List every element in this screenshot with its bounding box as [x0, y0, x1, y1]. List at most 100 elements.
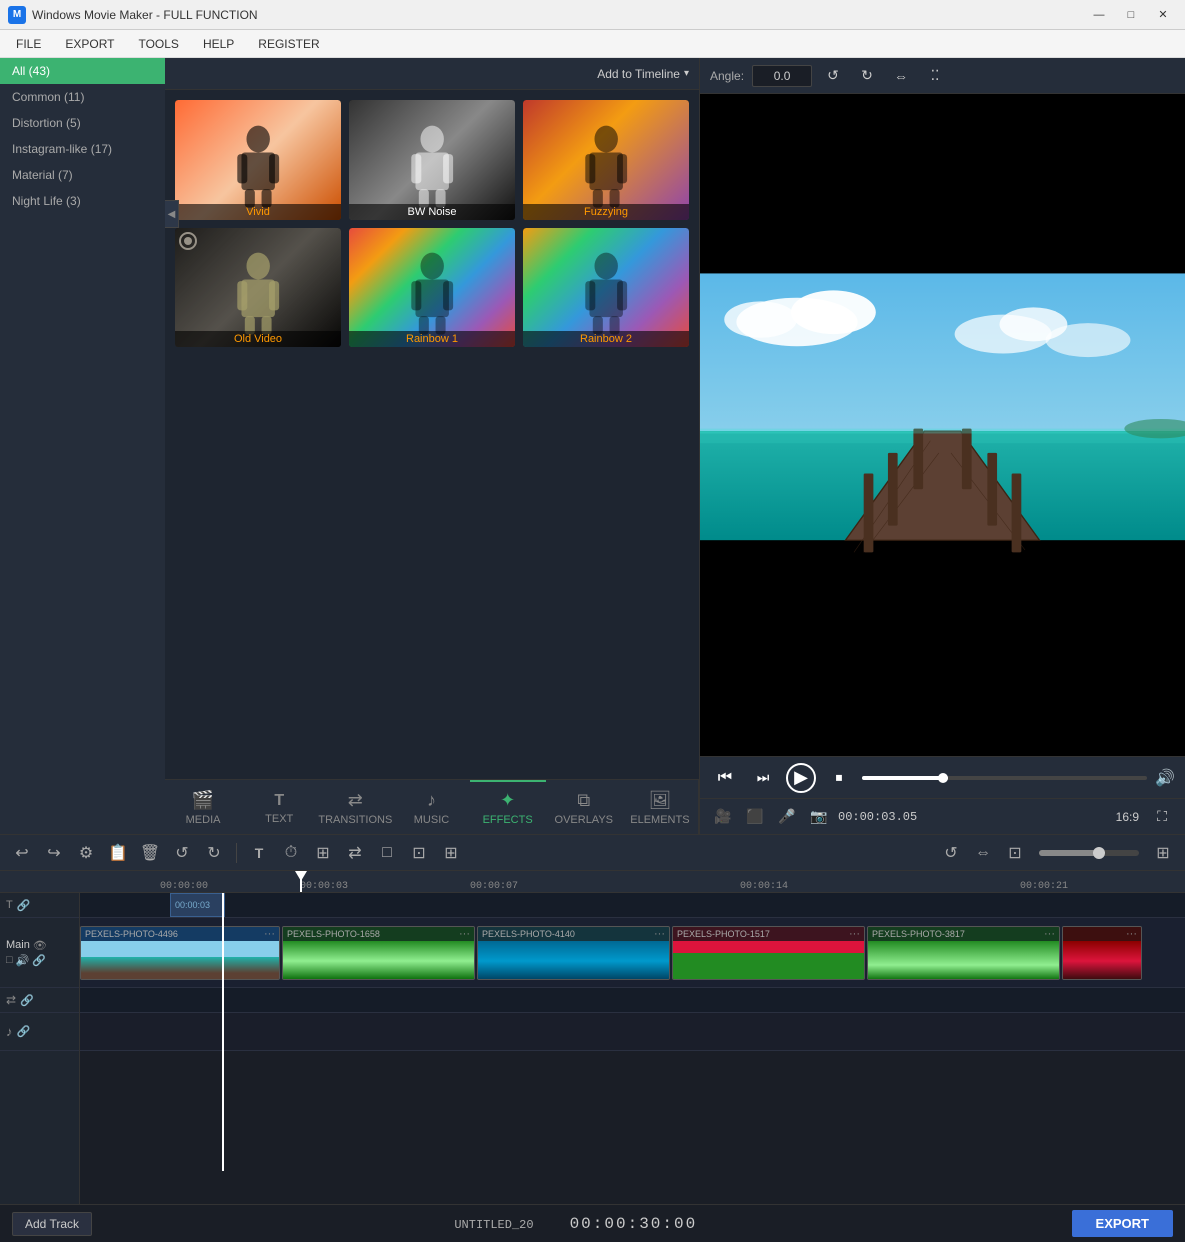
add-track-button[interactable]: Add Track — [12, 1212, 92, 1236]
menu-bar: FILE EXPORT TOOLS HELP REGISTER — [0, 30, 1185, 58]
menu-file[interactable]: FILE — [4, 33, 53, 55]
menu-register[interactable]: REGISTER — [246, 33, 331, 55]
effects-grid: Vivid BW Noise — [165, 90, 699, 779]
link-button[interactable]: ⇔ — [969, 839, 997, 867]
menu-export[interactable]: EXPORT — [53, 33, 126, 55]
tab-music[interactable]: ♪ MUSIC — [393, 780, 469, 834]
zoom-slider[interactable] — [1039, 850, 1139, 856]
rotate-cw-button[interactable]: ↻ — [854, 63, 880, 89]
subtitle-track-label: T 🔗 — [0, 893, 79, 918]
clip-4[interactable]: PEXELS-PHOTO-1517 ··· — [672, 926, 865, 980]
volume-icon[interactable]: 🔊 — [1155, 768, 1175, 788]
effect-oldvideo[interactable]: Old Video — [175, 228, 341, 348]
left-panel: All (43) Common (11) Distortion (5) Inst… — [0, 58, 165, 834]
effect-bwnoise[interactable]: BW Noise — [349, 100, 515, 220]
link-icon[interactable]: 🔗 — [32, 954, 46, 967]
mic-button[interactable]: 🎤 — [774, 804, 800, 830]
menu-tools[interactable]: TOOLS — [126, 33, 190, 55]
angle-input[interactable] — [752, 65, 812, 87]
close-button[interactable]: ✕ — [1149, 5, 1177, 25]
maximize-button[interactable]: □ — [1117, 5, 1145, 25]
tab-effects-label: EFFECTS — [483, 814, 533, 826]
loop-button[interactable]: ↺ — [937, 839, 965, 867]
panel-collapse-handle[interactable]: ◀ — [165, 200, 179, 228]
music-note-icon: ♪ — [6, 1024, 13, 1039]
progress-bar[interactable] — [862, 776, 1147, 780]
tab-overlays[interactable]: ⧉ OVERLAYS — [546, 780, 622, 834]
transition-track-label: ⇄ 🔗 — [0, 988, 79, 1013]
clip-2[interactable]: PEXELS-PHOTO-1658 ··· — [282, 926, 475, 980]
camera-move-button[interactable]: 🎥 — [710, 804, 736, 830]
tab-transitions[interactable]: ⇄ TRANSITIONS — [317, 780, 393, 834]
progress-fill — [862, 776, 948, 780]
category-distortion[interactable]: Distortion (5) — [0, 110, 165, 136]
effect-oldvideo-label: Old Video — [175, 331, 341, 347]
zoom-button[interactable]: ⊡ — [1001, 839, 1029, 867]
app-title-text: Windows Movie Maker - FULL FUNCTION — [32, 8, 258, 22]
rotate-ccw-button[interactable]: ↺ — [820, 63, 846, 89]
copy-button[interactable]: 📋 — [104, 839, 132, 867]
subtitle-clip[interactable]: 00:00:03 — [170, 893, 225, 917]
category-all[interactable]: All (43) — [0, 58, 165, 84]
timeline-body: T 🔗 Main 👁 □ 🔊 🔗 ⇄ 🔗 — [0, 893, 1185, 1204]
category-instagram[interactable]: Instagram-like (17) — [0, 136, 165, 162]
crop-button[interactable]: □ — [373, 839, 401, 867]
step-back-button[interactable]: ⏭ — [748, 763, 778, 793]
tab-effects[interactable]: ✦ EFFECTS — [470, 780, 546, 834]
delete-button[interactable]: 🗑 — [136, 839, 164, 867]
tab-text[interactable]: T TEXT — [241, 780, 317, 834]
clip-1[interactable]: PEXELS-PHOTO-4496 ··· — [80, 926, 280, 980]
media-icon: 🎬 — [192, 790, 214, 811]
category-material[interactable]: Material (7) — [0, 162, 165, 188]
grid-button[interactable]: ⊞ — [437, 839, 465, 867]
category-nightlife[interactable]: Night Life (3) — [0, 188, 165, 214]
clip-6[interactable]: ··· — [1062, 926, 1142, 980]
effect-rainbow1[interactable]: Rainbow 1 — [349, 228, 515, 348]
prev-frame-button[interactable]: ↺ — [168, 839, 196, 867]
tab-media[interactable]: 🎬 MEDIA — [165, 780, 241, 834]
timer-button[interactable]: ⏱ — [277, 839, 305, 867]
timeline-ruler: 00:00:00 00:00:03 00:00:07 00:00:14 00:0… — [0, 871, 1185, 893]
go-to-start-button[interactable]: ⏮ — [710, 763, 740, 793]
clip-5[interactable]: PEXELS-PHOTO-3817 ··· — [867, 926, 1060, 980]
video-icon[interactable]: □ — [6, 954, 13, 966]
next-frame-button[interactable]: ↻ — [200, 839, 228, 867]
add-to-timeline-button[interactable]: Add to Timeline ▾ — [597, 67, 689, 81]
timeline-toolbar: ↩ ↪ ⚙ 📋 🗑 ↺ ↻ T ⏱ ⊞ ⇄ □ ⊡ ⊞ ↺ ⇔ ⊡ ⊞ — [0, 835, 1185, 871]
crop2-button[interactable]: ⊡ — [405, 839, 433, 867]
time-display: 00:00:03.05 — [838, 810, 917, 824]
ruler-mark-0: 00:00:00 — [160, 881, 208, 892]
effect-fuzzying[interactable]: Fuzzying — [523, 100, 689, 220]
flip-h-button[interactable]: ⇔ — [888, 63, 914, 89]
category-list: All (43) Common (11) Distortion (5) Inst… — [0, 58, 165, 834]
menu-help[interactable]: HELP — [191, 33, 246, 55]
undo-button[interactable]: ↩ — [8, 839, 36, 867]
eye-icon[interactable]: 👁 — [33, 939, 47, 952]
category-common[interactable]: Common (11) — [0, 84, 165, 110]
crop-tool-button[interactable]: ⬛ — [742, 804, 768, 830]
effect-fuzzying-label: Fuzzying — [523, 204, 689, 220]
settings-button[interactable]: ⚙ — [72, 839, 100, 867]
clip-3[interactable]: PEXELS-PHOTO-4140 ··· — [477, 926, 670, 980]
tab-transitions-label: TRANSITIONS — [318, 814, 392, 826]
text-tool-button[interactable]: T — [245, 839, 273, 867]
volume-control: 🔊 — [1155, 768, 1175, 788]
more-options-button[interactable]: ⁚⁚ — [922, 63, 948, 89]
window-controls[interactable]: — □ ✕ — [1085, 5, 1177, 25]
redo-button[interactable]: ↪ — [40, 839, 68, 867]
export-button[interactable]: EXPORT — [1072, 1210, 1173, 1237]
tab-elements[interactable]: 🖼 ELEMENTS — [622, 780, 698, 834]
play-button[interactable]: ▶ — [786, 763, 816, 793]
fit-button[interactable]: ⊞ — [1149, 839, 1177, 867]
transition-tool-button[interactable]: ⇄ — [341, 839, 369, 867]
timeline-tracks[interactable]: 00:00:03 PEXELS-PHOTO-4496 ··· — [80, 893, 1185, 1204]
layout-button[interactable]: ⊞ — [309, 839, 337, 867]
effect-rainbow2[interactable]: Rainbow 2 — [523, 228, 689, 348]
screenshot-button[interactable]: 📷 — [806, 804, 832, 830]
effects-icon: ✦ — [500, 790, 515, 811]
audio-icon[interactable]: 🔊 — [16, 954, 30, 967]
effect-vivid[interactable]: Vivid — [175, 100, 341, 220]
stop-button[interactable]: ⏹ — [824, 763, 854, 793]
fullscreen-button[interactable]: ⛶ — [1149, 804, 1175, 830]
minimize-button[interactable]: — — [1085, 5, 1113, 25]
